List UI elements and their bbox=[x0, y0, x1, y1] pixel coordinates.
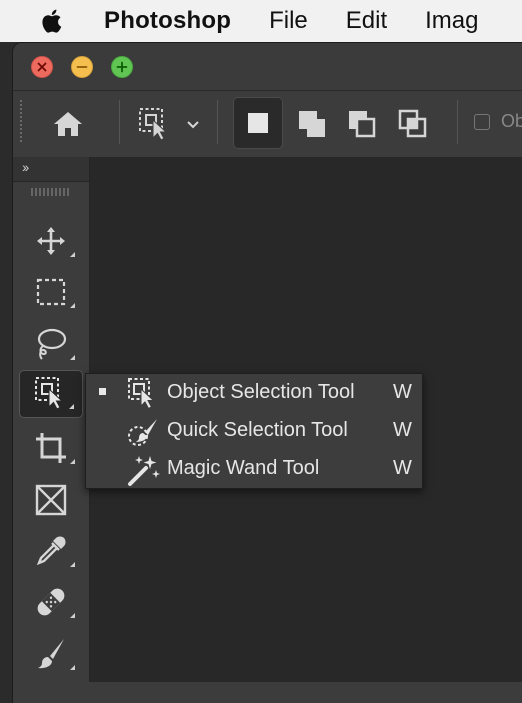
edit-menu[interactable]: Edit bbox=[346, 7, 387, 35]
rectangular-marquee-tool[interactable] bbox=[19, 268, 83, 316]
crop-tool[interactable] bbox=[19, 424, 83, 472]
intersect-with-selection-icon bbox=[398, 109, 427, 138]
collapse-panel-button[interactable]: ›› bbox=[22, 159, 29, 175]
minimize-button[interactable] bbox=[71, 56, 93, 78]
menu-bar: Photoshop File Edit Imag bbox=[0, 0, 522, 42]
tools-panel-grip[interactable] bbox=[31, 188, 71, 196]
move-icon bbox=[37, 227, 65, 255]
object-finder-label: Ob bbox=[501, 111, 522, 131]
brush-icon bbox=[38, 639, 64, 669]
tool-preset-dropdown[interactable] bbox=[178, 110, 208, 140]
options-bar-grip[interactable] bbox=[20, 100, 22, 144]
object-finder-checkbox[interactable] bbox=[474, 114, 490, 130]
subtract-from-selection-icon bbox=[349, 111, 376, 138]
bandage-icon bbox=[37, 588, 65, 616]
crop-icon bbox=[36, 433, 66, 463]
flyout-item-label: Magic Wand Tool bbox=[167, 457, 320, 479]
chevron-down-icon bbox=[187, 121, 199, 129]
close-button[interactable] bbox=[31, 56, 53, 78]
new-selection-button[interactable] bbox=[233, 97, 283, 149]
plus-icon bbox=[116, 61, 128, 73]
selected-bullet-icon bbox=[99, 388, 106, 395]
eyedropper-icon bbox=[36, 536, 66, 566]
eyedropper-tool[interactable] bbox=[19, 527, 83, 575]
tool-preset-picker[interactable] bbox=[134, 100, 174, 148]
minimize-icon bbox=[76, 66, 88, 68]
app-menu[interactable]: Photoshop bbox=[104, 7, 231, 35]
flyout-item-label: Quick Selection Tool bbox=[167, 419, 348, 441]
marquee-icon bbox=[36, 278, 66, 306]
quick-selection-icon bbox=[128, 419, 157, 446]
home-icon bbox=[54, 112, 82, 136]
lasso-icon bbox=[37, 328, 67, 360]
flyout-item-label: Object Selection Tool bbox=[167, 381, 355, 403]
selection-tools-flyout: Object Selection Tool W Quick Selection … bbox=[85, 373, 423, 489]
flyout-item-magic-wand[interactable]: Magic Wand Tool W bbox=[86, 450, 422, 488]
move-tool[interactable] bbox=[19, 217, 83, 265]
frame-tool[interactable] bbox=[19, 476, 83, 524]
object-selection-icon bbox=[128, 378, 155, 410]
flyout-item-shortcut: W bbox=[393, 457, 412, 479]
maximize-button[interactable] bbox=[111, 56, 133, 78]
magic-wand-icon bbox=[128, 456, 160, 486]
object-selection-icon bbox=[139, 108, 168, 141]
flyout-item-quick-selection[interactable]: Quick Selection Tool W bbox=[86, 412, 422, 450]
file-menu[interactable]: File bbox=[269, 7, 308, 35]
frame-icon bbox=[35, 484, 67, 516]
brush-tool[interactable] bbox=[19, 630, 83, 678]
flyout-item-shortcut: W bbox=[393, 381, 412, 403]
subtract-from-selection-button[interactable] bbox=[340, 100, 384, 148]
add-to-selection-icon bbox=[299, 111, 325, 137]
lasso-tool[interactable] bbox=[19, 320, 83, 368]
apple-icon[interactable] bbox=[38, 8, 64, 34]
flyout-item-object-selection[interactable]: Object Selection Tool W bbox=[86, 374, 422, 412]
home-button[interactable] bbox=[44, 100, 92, 148]
close-icon bbox=[37, 62, 47, 72]
object-selection-tool[interactable] bbox=[19, 370, 83, 418]
intersect-with-selection-button[interactable] bbox=[391, 100, 435, 148]
spot-healing-tool[interactable] bbox=[19, 578, 83, 626]
object-selection-icon bbox=[35, 377, 64, 410]
new-selection-icon bbox=[248, 113, 268, 133]
flyout-item-shortcut: W bbox=[393, 419, 412, 441]
add-to-selection-button[interactable] bbox=[290, 100, 334, 148]
image-menu[interactable]: Imag bbox=[425, 7, 478, 35]
